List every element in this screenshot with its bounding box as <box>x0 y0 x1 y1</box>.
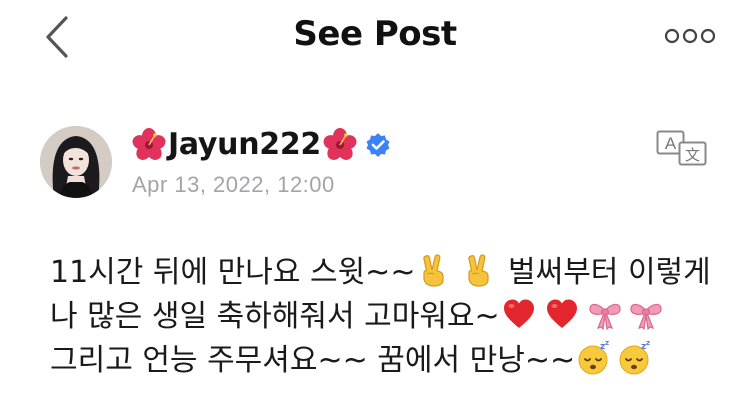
red-heart-emoji <box>544 296 580 332</box>
ribbon-emoji <box>628 296 664 332</box>
verified-badge-icon <box>365 132 391 158</box>
translate-button[interactable]: A 文 <box>656 130 708 166</box>
svg-text:A: A <box>665 134 677 153</box>
sleeping-face-emoji: z z <box>576 340 612 376</box>
translate-icon: A 文 <box>656 130 707 166</box>
page-title: See Post <box>293 14 457 54</box>
avatar-photo <box>40 126 112 198</box>
author-name-row[interactable]: Jayun222 <box>132 126 391 164</box>
hibiscus-icon <box>132 128 166 162</box>
post-timestamp: Apr 13, 2022, 12:00 <box>132 172 335 197</box>
hibiscus-icon <box>323 128 357 162</box>
svg-text:文: 文 <box>685 146 700 164</box>
red-heart-emoji <box>501 296 537 332</box>
ribbon-emoji <box>587 296 623 332</box>
victory-hand-emoji <box>416 252 452 288</box>
author-name[interactable]: Jayun222 <box>168 126 321 164</box>
post-text: 나 많은 생일 축하해줘서 고마워요~ <box>50 299 500 334</box>
svg-text:z: z <box>646 340 650 347</box>
more-options-button[interactable] <box>660 22 720 50</box>
top-bar: See Post <box>0 0 750 78</box>
post-body: 11시간 뒤에 만나요 스윗~~ 벌써부터 이렇게 나 많은 생일 축하해줘서 … <box>50 252 711 384</box>
svg-text:z: z <box>605 340 609 347</box>
post-text: 벌써부터 이렇게 <box>498 255 711 290</box>
post-line-2: 나 많은 생일 축하해줘서 고마워요~ <box>50 296 710 340</box>
avatar[interactable] <box>40 126 112 198</box>
sleeping-face-emoji: z z <box>617 340 653 376</box>
post-text: 그리고 언능 주무셔요~~ 꿈에서 만낭~~ <box>50 343 576 378</box>
post-line-3: 그리고 언능 주무셔요~~ 꿈에서 만낭~~ z z z z <box>50 340 710 384</box>
victory-hand-emoji <box>461 252 497 288</box>
post-line-1: 11시간 뒤에 만나요 스윗~~ 벌써부터 이렇게 <box>50 252 711 296</box>
more-horizontal-icon <box>664 28 716 44</box>
post-text: 11시간 뒤에 만나요 스윗~~ <box>50 255 416 290</box>
